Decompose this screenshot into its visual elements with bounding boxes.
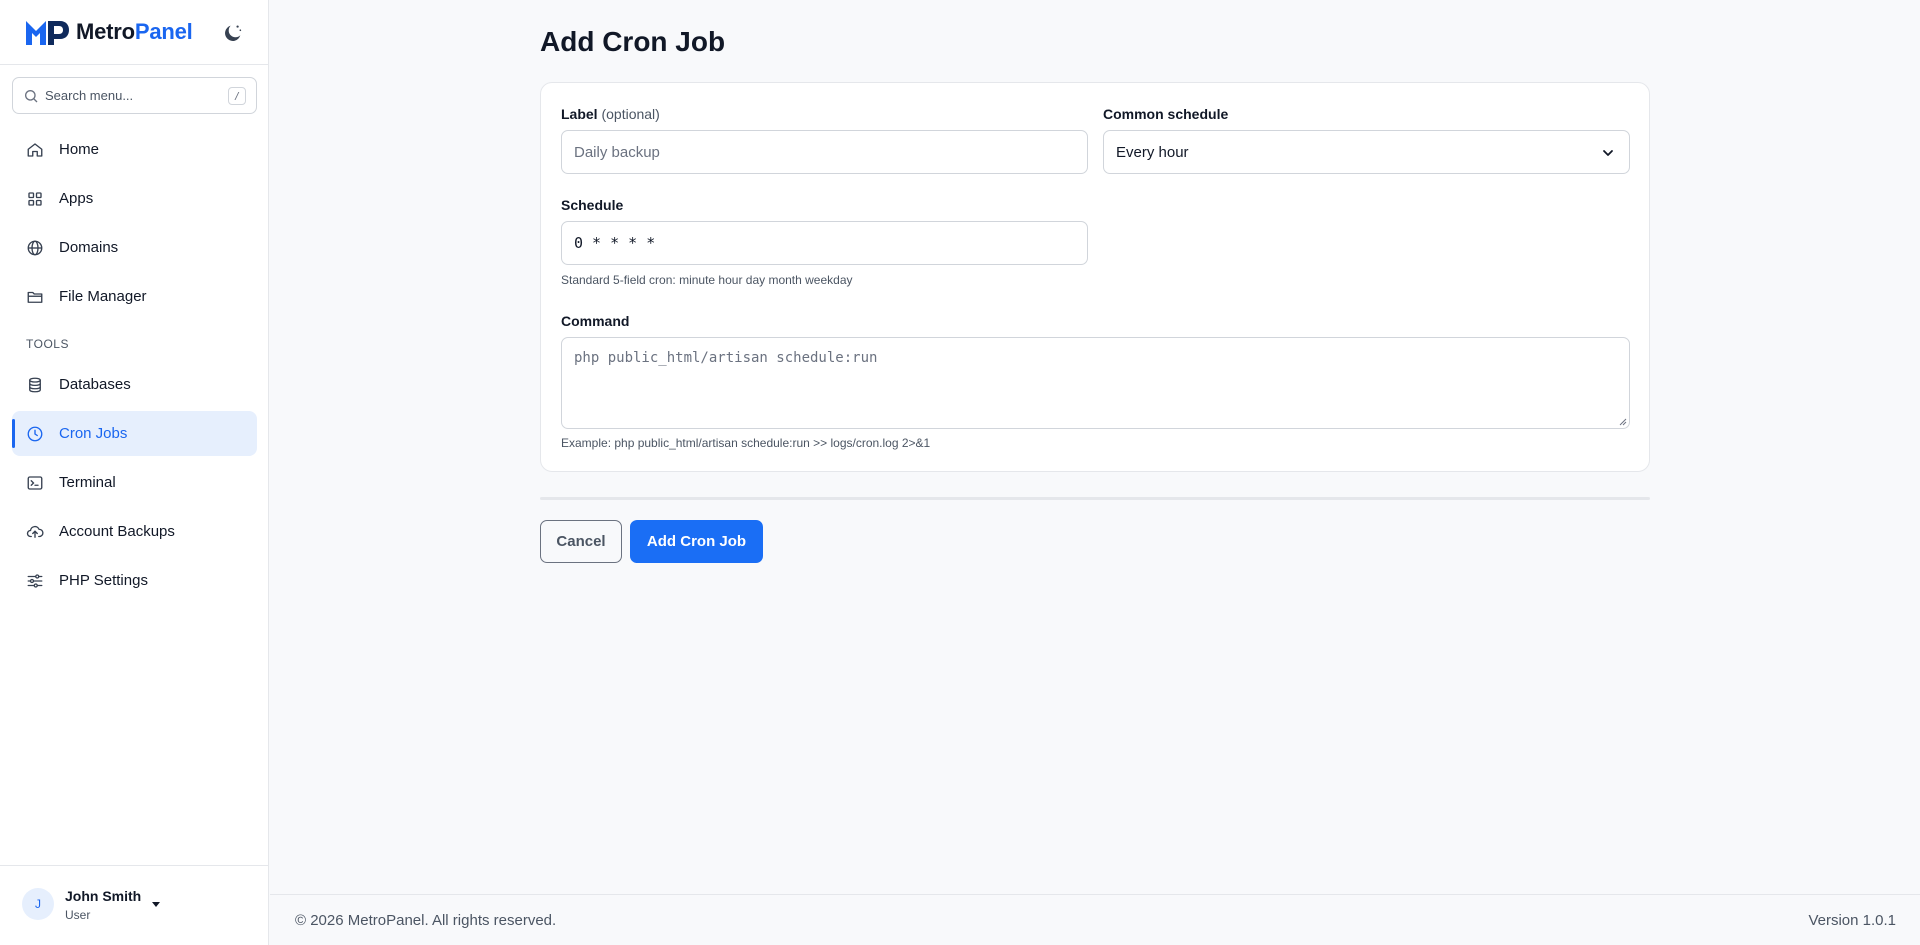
sidebar-item-file-manager[interactable]: File Manager [12, 274, 257, 319]
sidebar-item-apps[interactable]: Apps [12, 176, 257, 221]
common-schedule-selected: Every hour [1116, 143, 1189, 161]
caret-down-icon[interactable] [150, 899, 162, 909]
label-field-label-text: Label [561, 106, 598, 122]
globe-icon [27, 240, 43, 255]
sidebar-item-label: Terminal [59, 474, 116, 491]
sidebar-item-php-settings[interactable]: PHP Settings [12, 558, 257, 603]
cloud-upload-icon [26, 525, 44, 538]
folder-icon [27, 291, 43, 303]
user-role: User [65, 908, 91, 922]
cron-job-form-card: Label (optional) Common schedule Every h… [540, 82, 1650, 472]
schedule-input[interactable] [574, 234, 1075, 252]
search-input[interactable] [45, 88, 225, 103]
sliders-icon [27, 573, 43, 588]
search-shortcut-badge: / [228, 87, 246, 105]
moon-icon[interactable] [222, 22, 244, 44]
sidebar-item-label: File Manager [59, 288, 147, 305]
clock-icon [27, 426, 43, 441]
avatar[interactable]: J [22, 888, 54, 920]
page-footer: © 2026 MetroPanel. All rights reserved. … [270, 894, 1920, 945]
resize-grip-icon[interactable] [1619, 418, 1627, 426]
apps-grid-icon [28, 191, 42, 206]
schedule-field[interactable] [561, 221, 1088, 265]
user-name: John Smith [65, 888, 142, 904]
footer-version: Version 1.0.1 [1808, 912, 1896, 929]
sidebar-item-label: Home [59, 141, 100, 158]
sidebar-item-terminal[interactable]: Terminal [12, 460, 257, 505]
home-icon [27, 142, 43, 157]
common-schedule-label: Common schedule [1103, 106, 1229, 122]
sidebar-item-label: Domains [59, 239, 119, 256]
page-title: Add Cron Job [540, 26, 726, 57]
brand-header: MetroPanel [0, 0, 268, 65]
command-hint: Example: php public_html/artisan schedul… [561, 436, 931, 450]
sidebar-section-title: TOOLS [26, 337, 69, 351]
add-cron-job-button[interactable]: Add Cron Job [630, 520, 763, 563]
database-icon [29, 377, 41, 392]
user-menu[interactable]: J John Smith User [0, 865, 268, 945]
search-icon [25, 89, 38, 102]
optional-hint: (optional) [601, 106, 660, 122]
sidebar-item-databases[interactable]: Databases [12, 362, 257, 407]
terminal-icon [27, 475, 43, 490]
command-field[interactable] [561, 337, 1630, 429]
schedule-label: Schedule [561, 197, 624, 213]
sidebar: MetroPanel / Home Apps Domains [0, 0, 269, 945]
brand-name[interactable]: MetroPanel [76, 19, 193, 45]
brand-name-part2: Panel [134, 19, 193, 44]
footer-copyright: © 2026 MetroPanel. All rights reserved. [295, 912, 557, 929]
sidebar-item-label: Cron Jobs [59, 425, 128, 442]
sidebar-item-label: Account Backups [59, 523, 175, 540]
sidebar-item-label: Apps [59, 190, 94, 207]
brand-name-part1: Metro [76, 19, 135, 44]
sidebar-item-label: PHP Settings [59, 572, 148, 589]
common-schedule-select[interactable]: Every hour [1103, 130, 1630, 174]
label-field-label: Label (optional) [561, 106, 660, 122]
sidebar-item-label: Databases [59, 376, 131, 393]
command-textarea[interactable] [574, 350, 1617, 416]
sidebar-item-cron-jobs[interactable]: Cron Jobs [12, 411, 257, 456]
cancel-button[interactable]: Cancel [540, 520, 622, 563]
sidebar-search[interactable]: / [12, 77, 257, 114]
command-label: Command [561, 313, 630, 329]
sidebar-item-home[interactable]: Home [12, 127, 257, 172]
chevron-down-icon [1603, 150, 1613, 156]
schedule-hint: Standard 5-field cron: minute hour day m… [561, 273, 853, 287]
metropanel-logo-icon[interactable] [24, 17, 70, 47]
label-field[interactable] [561, 130, 1088, 174]
label-input[interactable] [574, 143, 1075, 161]
sidebar-item-domains[interactable]: Domains [12, 225, 257, 270]
form-divider [540, 497, 1650, 500]
sidebar-item-account-backups[interactable]: Account Backups [12, 509, 257, 554]
